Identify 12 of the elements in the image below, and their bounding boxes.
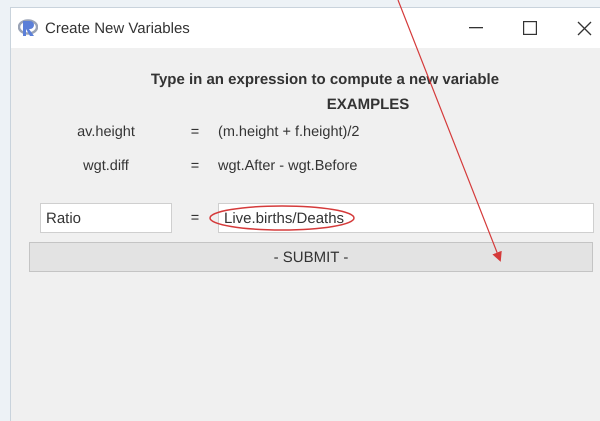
example-name: wgt.diff <box>83 158 129 176</box>
equals-sign: = <box>190 210 200 226</box>
examples-heading: EXAMPLES <box>326 96 410 113</box>
example-expression: (m.height + f.height)/2 <box>218 124 360 142</box>
window-title: Create New Variables <box>45 20 190 36</box>
example-expression: wgt.After - wgt.Before <box>218 158 358 176</box>
submit-button[interactable]: - SUBMIT - <box>29 242 593 272</box>
equals-sign: = <box>190 124 200 142</box>
equals-sign: = <box>190 158 200 176</box>
name-field[interactable]: Ratio <box>40 203 172 233</box>
example-name: av.height <box>77 124 135 142</box>
expression-field[interactable]: Live.births/Deaths <box>218 203 594 233</box>
